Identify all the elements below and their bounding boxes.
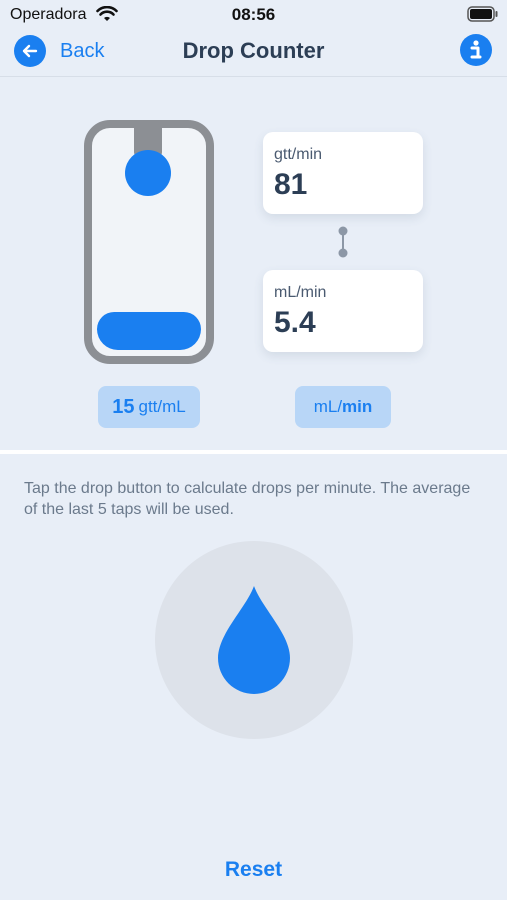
rate-unit-suffix: min	[342, 397, 373, 416]
ml-per-minute-card: mL/min 5.4	[263, 270, 423, 352]
rate-unit-button[interactable]: mL/min	[295, 386, 391, 428]
drops-per-minute-value: 81	[274, 168, 308, 201]
drop-icon	[218, 586, 290, 694]
status-time: 08:56	[231, 5, 276, 24]
status-bar: Operadora 08:56	[0, 0, 507, 30]
instructions-text: Tap the drop button to calculate drops p…	[24, 480, 471, 518]
ml-per-minute-label: mL/min	[274, 284, 327, 301]
rate-unit-prefix: mL/	[313, 397, 343, 416]
drip-chamber-illustration	[84, 120, 214, 364]
drop-factor-unit: gtt/mL	[138, 397, 186, 416]
battery-icon	[467, 6, 498, 22]
reset-button[interactable]: Reset	[0, 858, 507, 882]
drop-tap-button[interactable]	[155, 541, 353, 739]
drop-factor-button[interactable]: 15 gtt/mL	[98, 386, 200, 428]
falling-drop	[125, 150, 171, 196]
drops-per-minute-label: gtt/min	[274, 146, 323, 163]
ml-per-minute-value: 5.4	[274, 306, 316, 339]
chamber-fluid	[97, 312, 201, 350]
info-icon[interactable]	[460, 34, 492, 66]
drop-factor-value: 15	[112, 395, 135, 418]
page-title: Drop Counter	[182, 38, 325, 63]
drops-per-minute-card: gtt/min 81	[263, 132, 423, 214]
navigation-bar: Back Drop Counter	[0, 30, 507, 77]
card-connector	[338, 226, 348, 258]
section-divider	[0, 450, 507, 454]
